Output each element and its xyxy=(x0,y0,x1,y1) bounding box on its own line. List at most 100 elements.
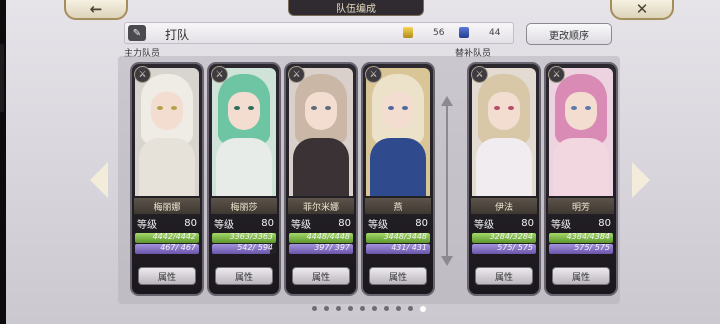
blue-rank-stat: 44 xyxy=(459,27,500,38)
attribute-button[interactable]: 属性 xyxy=(552,267,610,285)
hp-bar: 3363/3363 xyxy=(212,233,276,243)
blue-rank-icon xyxy=(459,27,469,38)
character-portrait[interactable] xyxy=(472,68,536,196)
attribute-button[interactable]: 属性 xyxy=(138,267,196,285)
character-card[interactable]: ⚔ 燕 等级 80 3448/3448 431/ 431 属性 xyxy=(361,62,435,296)
character-portrait[interactable] xyxy=(212,68,276,196)
hp-value: 3363/3363 xyxy=(229,233,273,241)
device-side-button xyxy=(0,44,4,112)
level-row: 等级 80 xyxy=(548,215,614,231)
page-dot[interactable] xyxy=(372,306,377,311)
mp-bar: 467/ 467 xyxy=(135,244,199,254)
team-name: 打队 xyxy=(165,28,190,42)
back-arrow-icon: ← xyxy=(89,0,103,18)
close-icon: ✕ xyxy=(635,0,649,18)
level-label: 等级 xyxy=(291,219,311,231)
page-dot[interactable] xyxy=(312,306,317,311)
level-value: 80 xyxy=(338,217,351,229)
hp-value: 3284/3284 xyxy=(489,233,533,241)
attribute-button[interactable]: 属性 xyxy=(215,267,273,285)
level-value: 80 xyxy=(598,217,611,229)
previous-team-arrow-icon[interactable] xyxy=(90,162,108,198)
mp-value: 575/ 575 xyxy=(574,244,610,252)
page-dot[interactable] xyxy=(324,306,329,311)
mp-bar: 575/ 575 xyxy=(549,244,613,254)
character-card[interactable]: ⚔ 明芳 等级 80 4384/4384 575/ 575 属性 xyxy=(544,62,618,296)
character-portrait[interactable] xyxy=(366,68,430,196)
next-team-arrow-icon[interactable] xyxy=(632,162,650,198)
level-value: 80 xyxy=(184,217,197,229)
team-name-bar: ✎ 打队 56 44 xyxy=(124,22,514,44)
character-name: 燕 xyxy=(365,198,431,214)
character-name: 梅丽莎 xyxy=(211,198,277,214)
class-icon: ⚔ xyxy=(548,66,565,83)
level-row: 等级 80 xyxy=(288,215,354,231)
hp-value: 4442/4442 xyxy=(152,233,196,241)
hp-bar: 4384/4384 xyxy=(549,233,613,243)
character-portrait[interactable] xyxy=(549,68,613,196)
level-row: 等级 80 xyxy=(134,215,200,231)
mp-value: 431/ 431 xyxy=(391,244,427,252)
mp-bar: 575/ 575 xyxy=(472,244,536,254)
close-button[interactable]: ✕ xyxy=(610,0,674,20)
mp-bar: 431/ 431 xyxy=(366,244,430,254)
mp-bar: 397/ 397 xyxy=(289,244,353,254)
attribute-button[interactable]: 属性 xyxy=(475,267,533,285)
character-name: 明芳 xyxy=(548,198,614,214)
level-row: 等级 80 xyxy=(365,215,431,231)
class-icon: ⚔ xyxy=(365,66,382,83)
level-value: 80 xyxy=(521,217,534,229)
page-dot-active[interactable] xyxy=(420,305,426,312)
mp-value: 397/ 397 xyxy=(314,244,350,252)
character-card[interactable]: ⚔ 梅丽莎 等级 80 3363/3363 542/ 594 属性 xyxy=(207,62,281,296)
mp-value: 575/ 575 xyxy=(497,244,533,252)
back-button[interactable]: ← xyxy=(64,0,128,20)
mp-value: 542/ 594 xyxy=(237,244,273,252)
blue-rank-value: 44 xyxy=(489,27,501,38)
page-dot[interactable] xyxy=(408,306,413,311)
hp-value: 4384/4384 xyxy=(566,233,610,241)
level-label: 等级 xyxy=(474,219,494,231)
level-value: 80 xyxy=(415,217,428,229)
class-icon: ⚔ xyxy=(471,66,488,83)
hp-bar: 3284/3284 xyxy=(472,233,536,243)
pencil-icon: ✎ xyxy=(132,27,142,39)
page-dot[interactable] xyxy=(396,306,401,311)
gold-rank-stat: 56 xyxy=(403,27,444,38)
level-row: 等级 80 xyxy=(471,215,537,231)
page-dot[interactable] xyxy=(384,306,389,311)
character-card[interactable]: ⚔ 梅丽娜 等级 80 4442/4442 467/ 467 属性 xyxy=(130,62,204,296)
character-portrait[interactable] xyxy=(289,68,353,196)
hp-bar: 3448/3448 xyxy=(366,233,430,243)
attribute-button[interactable]: 属性 xyxy=(369,267,427,285)
change-order-button[interactable]: 更改顺序 xyxy=(526,23,612,45)
class-icon: ⚔ xyxy=(134,66,151,83)
character-name: 菲尔米娜 xyxy=(288,198,354,214)
edit-team-name-button[interactable]: ✎ xyxy=(128,25,146,41)
hp-bar: 4448/4448 xyxy=(289,233,353,243)
hp-value: 4448/4448 xyxy=(306,233,350,241)
page-dot[interactable] xyxy=(348,306,353,311)
class-icon: ⚔ xyxy=(211,66,228,83)
page-dot[interactable] xyxy=(360,306,365,311)
character-card[interactable]: ⚔ 菲尔米娜 等级 80 4448/4448 397/ 397 属性 xyxy=(284,62,358,296)
level-label: 等级 xyxy=(214,219,234,231)
hp-value: 3448/3448 xyxy=(383,233,427,241)
mp-bar: 542/ 594 xyxy=(212,244,276,254)
character-card[interactable]: ⚔ 伊法 等级 80 3284/3284 575/ 575 属性 xyxy=(467,62,541,296)
gold-rank-value: 56 xyxy=(433,27,445,38)
character-portrait[interactable] xyxy=(135,68,199,196)
page-indicator xyxy=(312,305,433,312)
level-value: 80 xyxy=(261,217,274,229)
level-label: 等级 xyxy=(137,219,157,231)
level-row: 等级 80 xyxy=(211,215,277,231)
mp-value: 467/ 467 xyxy=(160,244,196,252)
attribute-button[interactable]: 属性 xyxy=(292,267,350,285)
swap-members-icon xyxy=(440,96,454,266)
character-name: 伊法 xyxy=(471,198,537,214)
hp-bar: 4442/4442 xyxy=(135,233,199,243)
class-icon: ⚔ xyxy=(288,66,305,83)
level-label: 等级 xyxy=(368,219,388,231)
page-dot[interactable] xyxy=(336,306,341,311)
page-title: 队伍编成 xyxy=(288,0,424,16)
